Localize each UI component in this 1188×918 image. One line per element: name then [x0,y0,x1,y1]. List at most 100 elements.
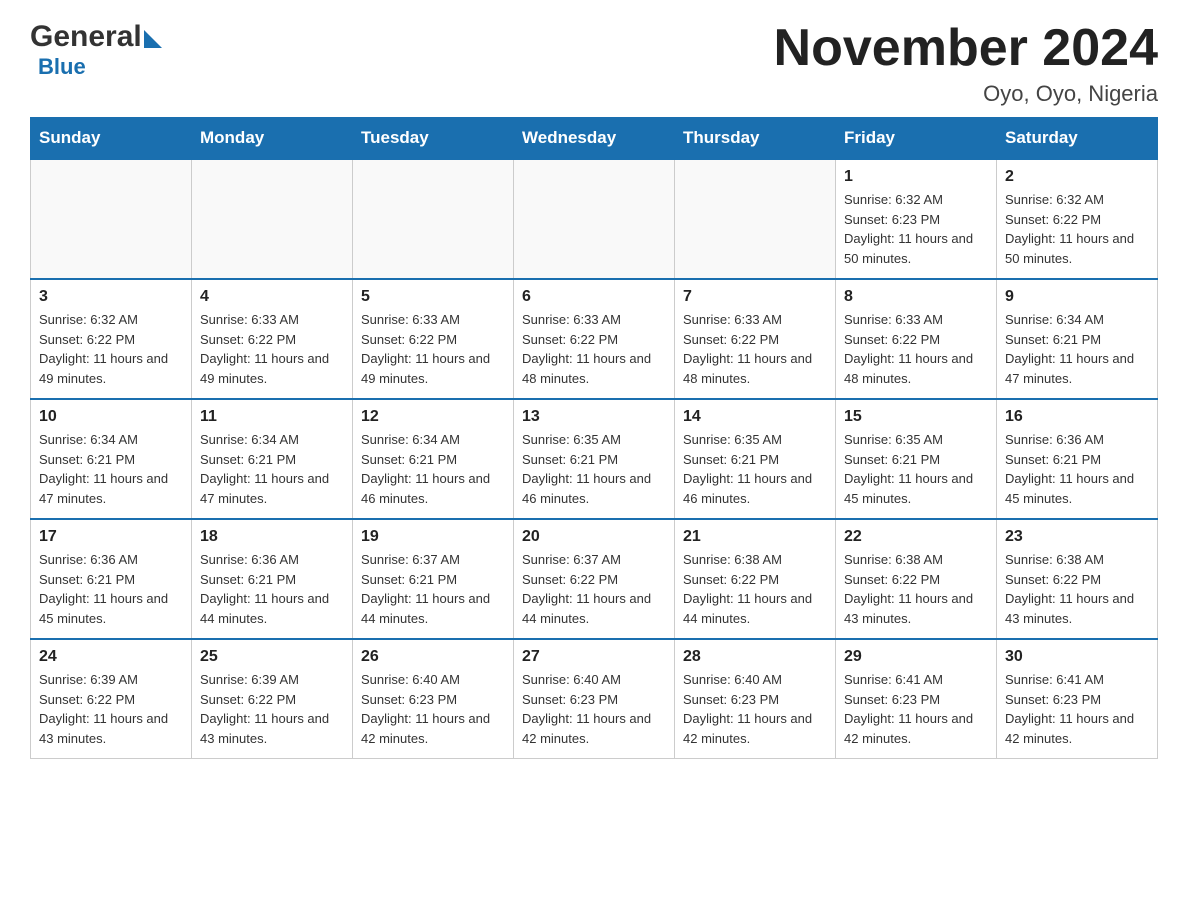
calendar-cell: 14 Sunrise: 6:35 AM Sunset: 6:21 PM Dayli… [675,399,836,519]
day-number: 24 [39,648,183,666]
calendar-cell: 8 Sunrise: 6:33 AM Sunset: 6:22 PM Daylig… [836,279,997,399]
day-number: 30 [1005,648,1149,666]
calendar-cell: 25Sunrise: 6:39 AM Sunset: 6:22 PM Dayli… [192,639,353,759]
day-number: 14 [683,408,827,426]
calendar-cell [31,159,192,279]
day-number: 2 [1005,168,1149,186]
logo-general-text: General [30,20,142,54]
calendar-cell: 18Sunrise: 6:36 AM Sunset: 6:21 PM Dayli… [192,519,353,639]
calendar-cell: 12 Sunrise: 6:34 AM Sunset: 6:21 PM Dayli… [353,399,514,519]
calendar-cell: 16Sunrise: 6:36 AM Sunset: 6:21 PM Dayli… [997,399,1158,519]
calendar-week-row: 17 Sunrise: 6:36 AM Sunset: 6:21 PM Dayli… [31,519,1158,639]
day-number: 28 [683,648,827,666]
calendar-cell: 27Sunrise: 6:40 AM Sunset: 6:23 PM Dayli… [514,639,675,759]
day-info: Sunrise: 6:33 AM Sunset: 6:22 PM Dayligh… [844,310,988,388]
day-number: 3 [39,288,183,306]
logo: General Blue [30,20,162,80]
day-number: 19 [361,528,505,546]
day-info: Sunrise: 6:41 AM Sunset: 6:23 PM Dayligh… [844,670,988,748]
calendar-cell: 15 Sunrise: 6:35 AM Sunset: 6:21 PM Dayli… [836,399,997,519]
logo-blue-text: Blue [38,54,86,79]
calendar-cell: 28Sunrise: 6:40 AM Sunset: 6:23 PM Dayli… [675,639,836,759]
month-title: November 2024 [774,20,1158,77]
day-info: Sunrise: 6:34 AM Sunset: 6:21 PM Dayligh… [361,430,505,508]
header-monday: Monday [192,118,353,160]
day-info: Sunrise: 6:36 AM Sunset: 6:21 PM Dayligh… [1005,430,1149,508]
location-text: Oyo, Oyo, Nigeria [774,81,1158,107]
calendar-cell: 3 Sunrise: 6:32 AM Sunset: 6:22 PM Daylig… [31,279,192,399]
day-info: Sunrise: 6:40 AM Sunset: 6:23 PM Dayligh… [361,670,505,748]
calendar-cell [514,159,675,279]
calendar-cell: 1Sunrise: 6:32 AM Sunset: 6:23 PM Daylig… [836,159,997,279]
day-number: 17 [39,528,183,546]
calendar-week-row: 3 Sunrise: 6:32 AM Sunset: 6:22 PM Daylig… [31,279,1158,399]
calendar-cell: 19 Sunrise: 6:37 AM Sunset: 6:21 PM Dayli… [353,519,514,639]
day-info: Sunrise: 6:33 AM Sunset: 6:22 PM Dayligh… [200,310,344,388]
day-number: 13 [522,408,666,426]
calendar-cell: 11 Sunrise: 6:34 AM Sunset: 6:21 PM Dayli… [192,399,353,519]
day-info: Sunrise: 6:35 AM Sunset: 6:21 PM Dayligh… [522,430,666,508]
day-number: 15 [844,408,988,426]
day-info: Sunrise: 6:32 AM Sunset: 6:22 PM Dayligh… [39,310,183,388]
day-number: 29 [844,648,988,666]
logo-triangle-icon [144,30,162,48]
day-number: 6 [522,288,666,306]
calendar-cell: 20 Sunrise: 6:37 AM Sunset: 6:22 PM Dayli… [514,519,675,639]
calendar-cell: 2 Sunrise: 6:32 AM Sunset: 6:22 PM Daylig… [997,159,1158,279]
day-number: 26 [361,648,505,666]
calendar-header-row: Sunday Monday Tuesday Wednesday Thursday… [31,118,1158,160]
day-info: Sunrise: 6:37 AM Sunset: 6:22 PM Dayligh… [522,550,666,628]
calendar-cell: 17Sunrise: 6:36 AM Sunset: 6:21 PM Dayli… [31,519,192,639]
day-info: Sunrise: 6:33 AM Sunset: 6:22 PM Dayligh… [361,310,505,388]
day-info: Sunrise: 6:33 AM Sunset: 6:22 PM Dayligh… [683,310,827,388]
calendar-cell: 26 Sunrise: 6:40 AM Sunset: 6:23 PM Dayli… [353,639,514,759]
calendar-week-row: 10 Sunrise: 6:34 AM Sunset: 6:21 PM Dayli… [31,399,1158,519]
calendar-cell: 30 Sunrise: 6:41 AM Sunset: 6:23 PM Dayli… [997,639,1158,759]
calendar-cell: 5Sunrise: 6:33 AM Sunset: 6:22 PM Daylig… [353,279,514,399]
calendar-week-row: 1Sunrise: 6:32 AM Sunset: 6:23 PM Daylig… [31,159,1158,279]
calendar-cell: 7 Sunrise: 6:33 AM Sunset: 6:22 PM Daylig… [675,279,836,399]
day-number: 7 [683,288,827,306]
day-number: 25 [200,648,344,666]
day-number: 11 [200,408,344,426]
calendar-cell: 29 Sunrise: 6:41 AM Sunset: 6:23 PM Dayli… [836,639,997,759]
day-info: Sunrise: 6:32 AM Sunset: 6:23 PM Dayligh… [844,190,988,268]
header-tuesday: Tuesday [353,118,514,160]
calendar-cell [353,159,514,279]
day-number: 12 [361,408,505,426]
calendar-cell: 4Sunrise: 6:33 AM Sunset: 6:22 PM Daylig… [192,279,353,399]
calendar-cell: 13 Sunrise: 6:35 AM Sunset: 6:21 PM Dayli… [514,399,675,519]
title-block: November 2024 Oyo, Oyo, Nigeria [774,20,1158,107]
day-number: 20 [522,528,666,546]
day-info: Sunrise: 6:38 AM Sunset: 6:22 PM Dayligh… [844,550,988,628]
day-info: Sunrise: 6:35 AM Sunset: 6:21 PM Dayligh… [683,430,827,508]
day-number: 23 [1005,528,1149,546]
day-info: Sunrise: 6:38 AM Sunset: 6:22 PM Dayligh… [1005,550,1149,628]
day-info: Sunrise: 6:36 AM Sunset: 6:21 PM Dayligh… [200,550,344,628]
calendar-cell: 22 Sunrise: 6:38 AM Sunset: 6:22 PM Dayli… [836,519,997,639]
day-number: 22 [844,528,988,546]
day-number: 8 [844,288,988,306]
header-friday: Friday [836,118,997,160]
day-info: Sunrise: 6:32 AM Sunset: 6:22 PM Dayligh… [1005,190,1149,268]
calendar-cell: 10 Sunrise: 6:34 AM Sunset: 6:21 PM Dayli… [31,399,192,519]
page-header: General Blue November 2024 Oyo, Oyo, Nig… [30,20,1158,107]
calendar-cell: 24 Sunrise: 6:39 AM Sunset: 6:22 PM Dayli… [31,639,192,759]
header-thursday: Thursday [675,118,836,160]
calendar-cell [192,159,353,279]
day-number: 10 [39,408,183,426]
calendar-cell: 21 Sunrise: 6:38 AM Sunset: 6:22 PM Dayli… [675,519,836,639]
day-info: Sunrise: 6:38 AM Sunset: 6:22 PM Dayligh… [683,550,827,628]
day-info: Sunrise: 6:34 AM Sunset: 6:21 PM Dayligh… [1005,310,1149,388]
day-info: Sunrise: 6:39 AM Sunset: 6:22 PM Dayligh… [39,670,183,748]
day-info: Sunrise: 6:33 AM Sunset: 6:22 PM Dayligh… [522,310,666,388]
calendar-cell [675,159,836,279]
day-number: 21 [683,528,827,546]
day-info: Sunrise: 6:35 AM Sunset: 6:21 PM Dayligh… [844,430,988,508]
day-info: Sunrise: 6:37 AM Sunset: 6:21 PM Dayligh… [361,550,505,628]
calendar-cell: 9Sunrise: 6:34 AM Sunset: 6:21 PM Daylig… [997,279,1158,399]
day-info: Sunrise: 6:34 AM Sunset: 6:21 PM Dayligh… [39,430,183,508]
calendar-table: Sunday Monday Tuesday Wednesday Thursday… [30,117,1158,759]
day-info: Sunrise: 6:41 AM Sunset: 6:23 PM Dayligh… [1005,670,1149,748]
day-info: Sunrise: 6:34 AM Sunset: 6:21 PM Dayligh… [200,430,344,508]
